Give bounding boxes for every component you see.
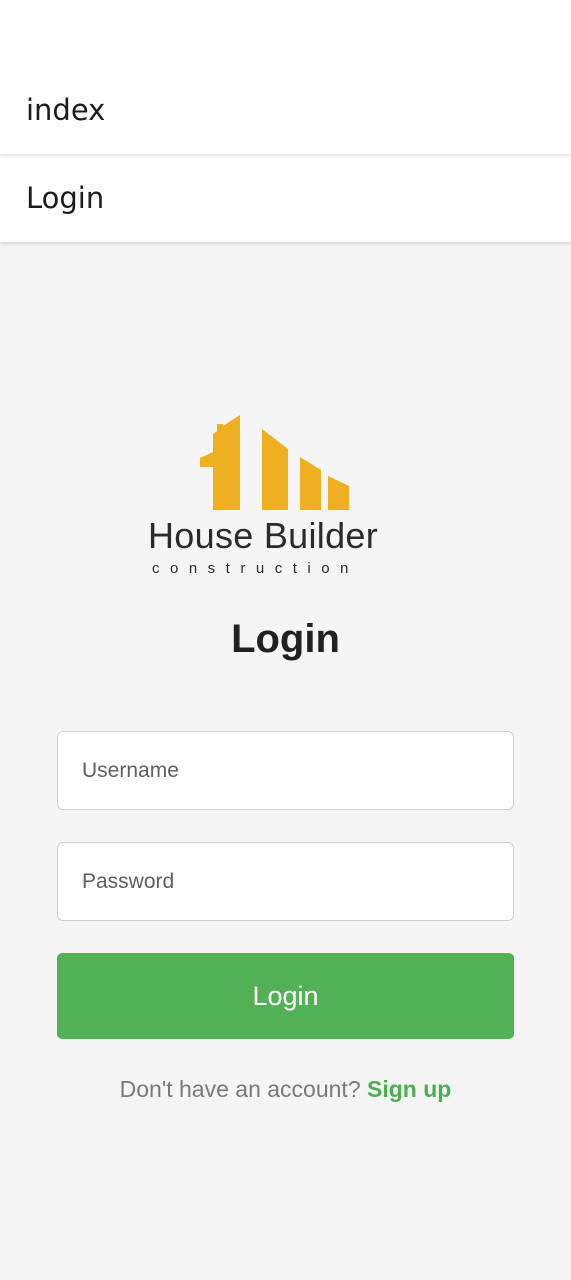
house-builder-logo: House Builder construction: [148, 412, 424, 578]
logo-title: House Builder: [148, 515, 379, 556]
username-input[interactable]: [57, 731, 514, 810]
header-login-title: Login: [26, 181, 105, 215]
login-button[interactable]: Login: [57, 953, 514, 1039]
header-login[interactable]: Login: [0, 154, 571, 242]
password-input[interactable]: [57, 842, 514, 921]
signup-prompt-row: Don't have an account? Sign up: [0, 1073, 571, 1105]
signup-prompt-text: Don't have an account?: [119, 1076, 361, 1102]
house-buildings-icon: [200, 415, 349, 510]
page-title: Login: [231, 617, 340, 661]
signup-link[interactable]: Sign up: [367, 1076, 451, 1102]
logo-subtitle: construction: [152, 560, 359, 577]
header-index[interactable]: index: [0, 66, 571, 154]
status-bar-area: [0, 0, 571, 66]
header-index-title: index: [26, 93, 106, 127]
